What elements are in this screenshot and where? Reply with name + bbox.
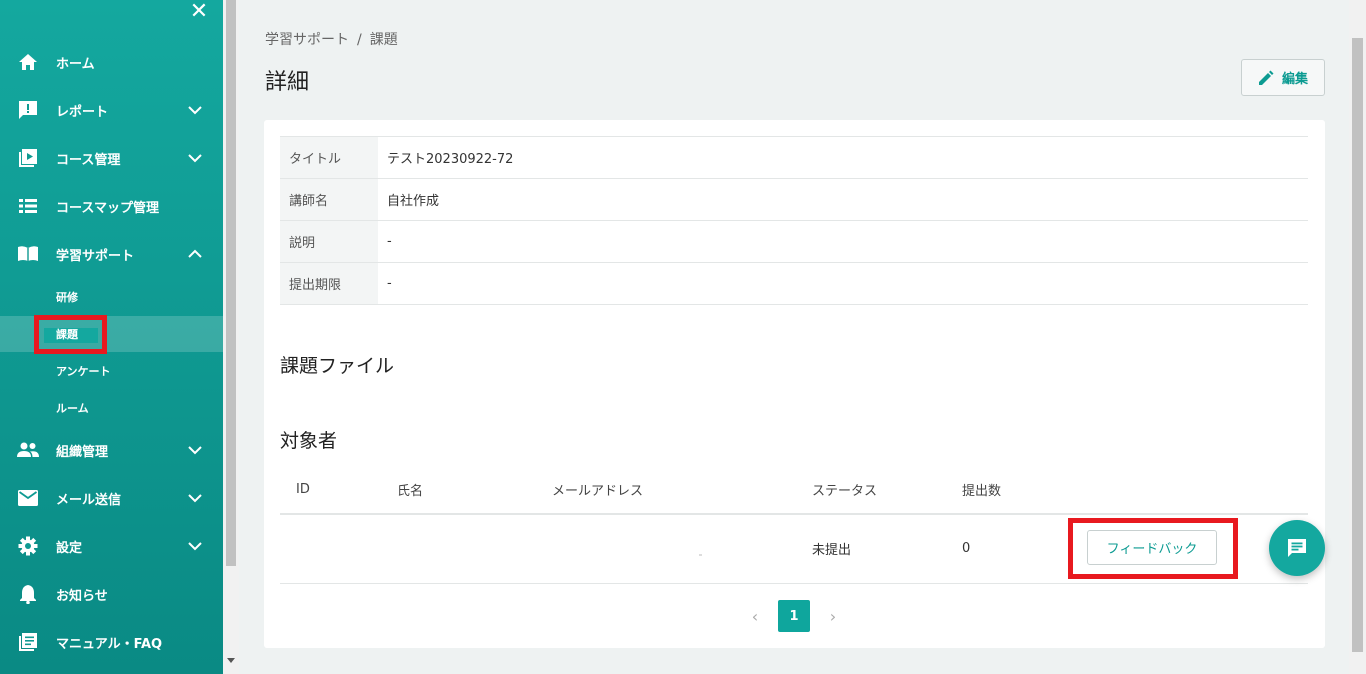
sidebar-item-organization[interactable]: 組織管理 (0, 430, 223, 470)
decorative-dot (699, 554, 702, 556)
breadcrumb-separator: / (357, 32, 362, 48)
sidebar-item-mail[interactable]: メール送信 (0, 478, 223, 518)
main-content: 学習サポート / 課題 詳細 編集 タイトル テスト20230922-72 講師名 … (239, 0, 1349, 674)
sidebar-item-label: お知らせ (56, 588, 108, 604)
page-number-button[interactable]: 1 (778, 600, 810, 632)
scrollbar-thumb[interactable] (1352, 38, 1363, 652)
sidebar-item-label: コースマップ管理 (56, 200, 159, 216)
page-scrollbar[interactable] (1349, 0, 1366, 674)
chevron-down-icon[interactable] (186, 441, 204, 459)
sidebar-item-course[interactable]: コース管理 (0, 138, 223, 178)
highlight-annotation: フィードバック (1068, 518, 1238, 579)
course-icon (17, 147, 39, 169)
edit-button[interactable]: 編集 (1241, 59, 1325, 96)
chat-button[interactable] (1269, 520, 1325, 576)
column-header-status: ステータス (812, 466, 962, 515)
sidebar-subitem-training[interactable]: 研修 (0, 281, 223, 313)
pencil-icon (1258, 70, 1274, 85)
cell-email (552, 514, 812, 584)
sidebar: ✕ ホーム レポート コース管理 コースマップ管理 学習サポート 研修 課題 ア… (0, 0, 223, 674)
info-label: 提出期限 (280, 262, 378, 305)
report-icon (17, 99, 39, 121)
breadcrumb-parent[interactable]: 学習サポート (265, 32, 349, 48)
home-icon (17, 51, 39, 73)
column-header-id: ID (280, 466, 397, 515)
next-page-icon[interactable]: › (824, 607, 842, 626)
book-icon (17, 243, 39, 265)
chevron-down-icon[interactable] (186, 489, 204, 507)
chat-icon (1288, 539, 1306, 557)
sidebar-item-manual[interactable]: マニュアル・FAQ (0, 622, 223, 662)
info-value: - (387, 234, 392, 249)
column-header-count: 提出数 (962, 466, 1062, 515)
scroll-down-icon[interactable] (227, 658, 235, 663)
sidebar-item-label: 学習サポート (56, 248, 135, 264)
column-header-email: メールアドレス (552, 466, 812, 515)
close-icon[interactable]: ✕ (188, 1, 210, 24)
bell-icon (17, 583, 39, 605)
cell-name (397, 514, 552, 584)
sidebar-subitem-label: 課題 (56, 328, 78, 341)
info-row: 説明 - (280, 220, 1308, 263)
gear-icon (17, 535, 39, 557)
people-icon (17, 439, 39, 461)
chevron-down-icon[interactable] (186, 537, 204, 555)
sidebar-subitem-room[interactable]: ルーム (0, 392, 223, 424)
sidebar-subitem-label: 研修 (56, 291, 78, 304)
sidebar-subitem-survey[interactable]: アンケート (0, 355, 223, 387)
cell-id (280, 514, 397, 584)
info-label: タイトル (280, 136, 378, 179)
info-value: 自社作成 (387, 194, 440, 209)
sidebar-item-label: 組織管理 (56, 444, 109, 460)
info-label: 講師名 (280, 178, 378, 221)
chevron-up-icon[interactable] (186, 245, 204, 263)
info-table: タイトル テスト20230922-72 講師名 自社作成 説明 - 提出期限 - (280, 136, 1308, 305)
sidebar-subitem-label: アンケート (56, 365, 111, 378)
cell-status: 未提出 (812, 514, 962, 584)
breadcrumb-current: 課題 (369, 32, 398, 48)
info-row: 講師名 自社作成 (280, 178, 1308, 221)
files-section-title: 課題ファイル (280, 355, 395, 377)
list-icon (17, 195, 39, 217)
sidebar-item-label: 設定 (56, 540, 83, 556)
prev-page-icon[interactable]: ‹ (746, 607, 764, 626)
manual-icon (17, 631, 39, 653)
feedback-button[interactable]: フィードバック (1087, 530, 1217, 565)
sidebar-item-label: マニュアル・FAQ (56, 636, 163, 652)
sidebar-item-learning-support[interactable]: 学習サポート (0, 234, 223, 274)
cell-count: 0 (962, 514, 1062, 584)
info-row: 提出期限 - (280, 262, 1308, 305)
sidebar-item-coursemap[interactable]: コースマップ管理 (0, 186, 223, 226)
sidebar-item-settings[interactable]: 設定 (0, 526, 223, 566)
sidebar-subitem-label: ルーム (56, 402, 89, 415)
sidebar-item-home[interactable]: ホーム (0, 42, 223, 82)
sidebar-item-label: レポート (56, 104, 109, 120)
sidebar-item-label: ホーム (56, 56, 95, 72)
edit-button-label: 編集 (1281, 72, 1308, 87)
pagination: ‹ 1 › (746, 600, 842, 632)
sidebar-item-report[interactable]: レポート (0, 90, 223, 130)
chevron-down-icon[interactable] (186, 101, 204, 119)
mail-icon (17, 487, 39, 509)
page-title: 詳細 (265, 70, 310, 95)
breadcrumb: 学習サポート / 課題 (265, 29, 398, 49)
column-header-action (1062, 466, 1308, 515)
sidebar-scrollbar[interactable] (223, 0, 239, 674)
sidebar-item-notifications[interactable]: お知らせ (0, 574, 223, 614)
sidebar-item-label: メール送信 (56, 492, 122, 508)
sidebar-subitem-assignment-label-wrap[interactable]: 課題 (0, 318, 223, 350)
chevron-down-icon[interactable] (186, 149, 204, 167)
info-row: タイトル テスト20230922-72 (280, 136, 1308, 179)
column-header-name: 氏名 (397, 466, 552, 515)
scrollbar-thumb[interactable] (226, 0, 236, 566)
table-header-row: ID 氏名 メールアドレス ステータス 提出数 (280, 466, 1308, 515)
detail-card: タイトル テスト20230922-72 講師名 自社作成 説明 - 提出期限 -… (264, 120, 1325, 648)
info-label: 説明 (280, 220, 378, 263)
info-value: - (387, 276, 392, 291)
sidebar-item-label: コース管理 (56, 152, 121, 168)
info-value: テスト20230922-72 (387, 152, 514, 167)
targets-section-title: 対象者 (280, 430, 338, 452)
